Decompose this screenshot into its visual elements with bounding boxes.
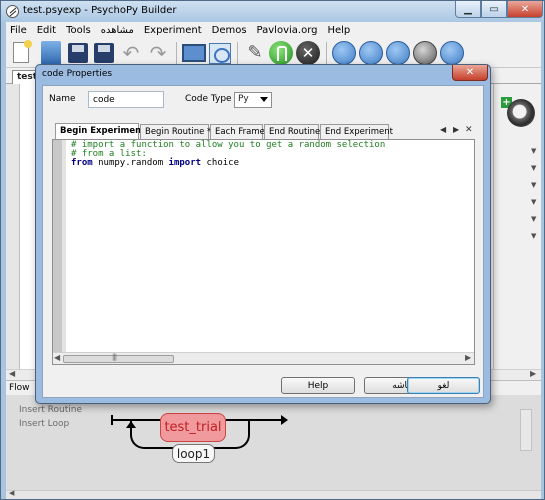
tab-begin-experiment[interactable]: Begin Experiment * (55, 123, 153, 139)
keyword-from: from (71, 158, 93, 168)
tab-end-experiment[interactable]: End Experiment (320, 124, 393, 139)
flow-label: Flow (9, 383, 30, 393)
pavlovia-sync-icon[interactable] (332, 41, 356, 65)
redo-icon[interactable]: ↷ (146, 41, 170, 65)
insert-routine-button[interactable]: Insert Routine (19, 405, 82, 415)
pavlovia-user-icon[interactable] (413, 41, 437, 65)
preferences-icon[interactable] (209, 43, 231, 64)
scrollbar-thumb[interactable] (63, 353, 174, 363)
dialog-close-button[interactable]: ✕ (452, 65, 488, 81)
expand-arrow-icon[interactable]: ▼ (531, 232, 536, 240)
new-file-icon[interactable] (13, 40, 32, 63)
chevron-down-icon (260, 97, 268, 102)
insert-loop-button[interactable]: Insert Loop (19, 419, 69, 429)
sound-component-button[interactable]: + (501, 95, 535, 127)
code-type-select[interactable]: Py (234, 92, 272, 108)
save-as-icon[interactable] (94, 43, 114, 63)
expand-arrow-icon[interactable]: ▼ (531, 198, 536, 206)
tab-scroll-left-icon[interactable]: ◀ (440, 125, 446, 134)
routine-vertical-scrollbar[interactable] (6, 84, 20, 369)
pavlovia-project-icon[interactable] (440, 41, 464, 65)
toolbar-separator (237, 42, 238, 64)
components-panel: + ▼ ▼ ▼ ▼ ▼ ▼ (493, 84, 541, 369)
code-type-label: Code Type (185, 94, 232, 104)
code-type-value: Py (238, 94, 249, 104)
menu-tools[interactable]: Tools (61, 25, 96, 36)
toolbar-separator (326, 42, 327, 64)
scroll-left-icon[interactable]: ◀ (9, 369, 15, 378)
run-icon[interactable] (269, 41, 293, 65)
toolbar-separator (176, 42, 177, 64)
timeline-arrow-icon (281, 415, 288, 425)
expand-arrow-icon[interactable]: ▼ (531, 164, 536, 172)
scroll-left-icon[interactable]: ◀ (9, 489, 14, 497)
maximize-button[interactable]: ▭ (481, 1, 507, 18)
menu-edit[interactable]: Edit (32, 25, 61, 36)
tab-scroll-right-icon[interactable]: ▶ (453, 125, 459, 134)
save-icon[interactable] (68, 43, 88, 63)
speaker-icon (507, 99, 535, 127)
tab-begin-routine[interactable]: Begin Routine * (140, 124, 211, 139)
dialog-titlebar: code Properties ✕ (36, 65, 490, 85)
code-editor[interactable]: # import a function to allow you to get … (52, 139, 475, 365)
cancel-button[interactable]: لغو (407, 377, 480, 394)
tab-close-icon[interactable]: ✕ (465, 125, 473, 135)
code-properties-dialog: code Properties ✕ Name Code Type Py Begi… (35, 64, 491, 404)
name-label: Name (49, 94, 76, 104)
compile-script-icon[interactable]: ✎ (243, 41, 267, 65)
menubar: File Edit Tools مشاهده Experiment Demos … (6, 22, 541, 38)
module-name: numpy.random (92, 158, 169, 168)
flow-vertical-scrollbar[interactable] (520, 409, 532, 451)
close-button[interactable]: ✕ (507, 1, 543, 18)
menu-file[interactable]: File (6, 25, 32, 36)
imported-name: choice (201, 158, 239, 168)
expand-arrow-icon[interactable]: ▼ (531, 147, 536, 155)
keyword-import: import (168, 158, 202, 168)
dialog-title: code Properties (42, 69, 113, 79)
editor-horizontal-scrollbar[interactable]: ◀ ▶ (53, 352, 474, 364)
dialog-body: Name Code Type Py Begin Experiment * Beg… (42, 85, 484, 398)
flow-routine[interactable]: test_trial (160, 413, 226, 442)
flow-panel: Insert Routine Insert Loop test_trial lo… (6, 395, 541, 497)
flow-horizontal-scrollbar[interactable]: ◀ (6, 489, 541, 499)
expand-arrow-icon[interactable]: ▼ (531, 181, 536, 189)
monitor-center-icon[interactable] (182, 44, 206, 62)
tab-each-frame[interactable]: Each Frame (210, 124, 265, 139)
scroll-right-icon[interactable]: ▶ (465, 353, 471, 362)
undo-icon[interactable]: ↶ (119, 41, 143, 65)
scroll-right-icon[interactable]: ▶ (530, 369, 536, 378)
loop-arrow-icon (126, 421, 136, 428)
flow-loop[interactable]: loop1 (172, 444, 215, 463)
menu-pavlovia[interactable]: Pavlovia.org (252, 25, 323, 36)
pavlovia-search-icon[interactable] (359, 41, 383, 65)
scroll-left-icon[interactable]: ◀ (54, 353, 60, 362)
help-button[interactable]: Help (281, 377, 355, 394)
stop-icon[interactable]: ✕ (296, 41, 320, 65)
editor-line-gutter (53, 140, 62, 352)
menu-view[interactable]: مشاهده (96, 25, 139, 36)
window-title: test.psyexp - PsychoPy Builder (23, 5, 177, 16)
minimize-button[interactable]: ▁ (455, 1, 481, 18)
expand-arrow-icon[interactable]: ▼ (531, 215, 536, 223)
code-line-3: from numpy.random import choice (71, 158, 239, 169)
open-file-icon[interactable] (41, 41, 61, 65)
tab-end-routine[interactable]: End Routine (264, 124, 320, 139)
menu-help[interactable]: Help (322, 25, 355, 36)
menu-experiment[interactable]: Experiment (139, 25, 207, 36)
main-titlebar: test.psyexp - PsychoPy Builder ▁ ▭ ✕ (1, 1, 544, 22)
psychopy-app-icon (6, 5, 19, 18)
editor-fold-margin (62, 140, 66, 352)
pavlovia-globe-icon[interactable] (386, 41, 410, 65)
menu-demos[interactable]: Demos (207, 25, 252, 36)
name-input[interactable] (88, 91, 164, 108)
